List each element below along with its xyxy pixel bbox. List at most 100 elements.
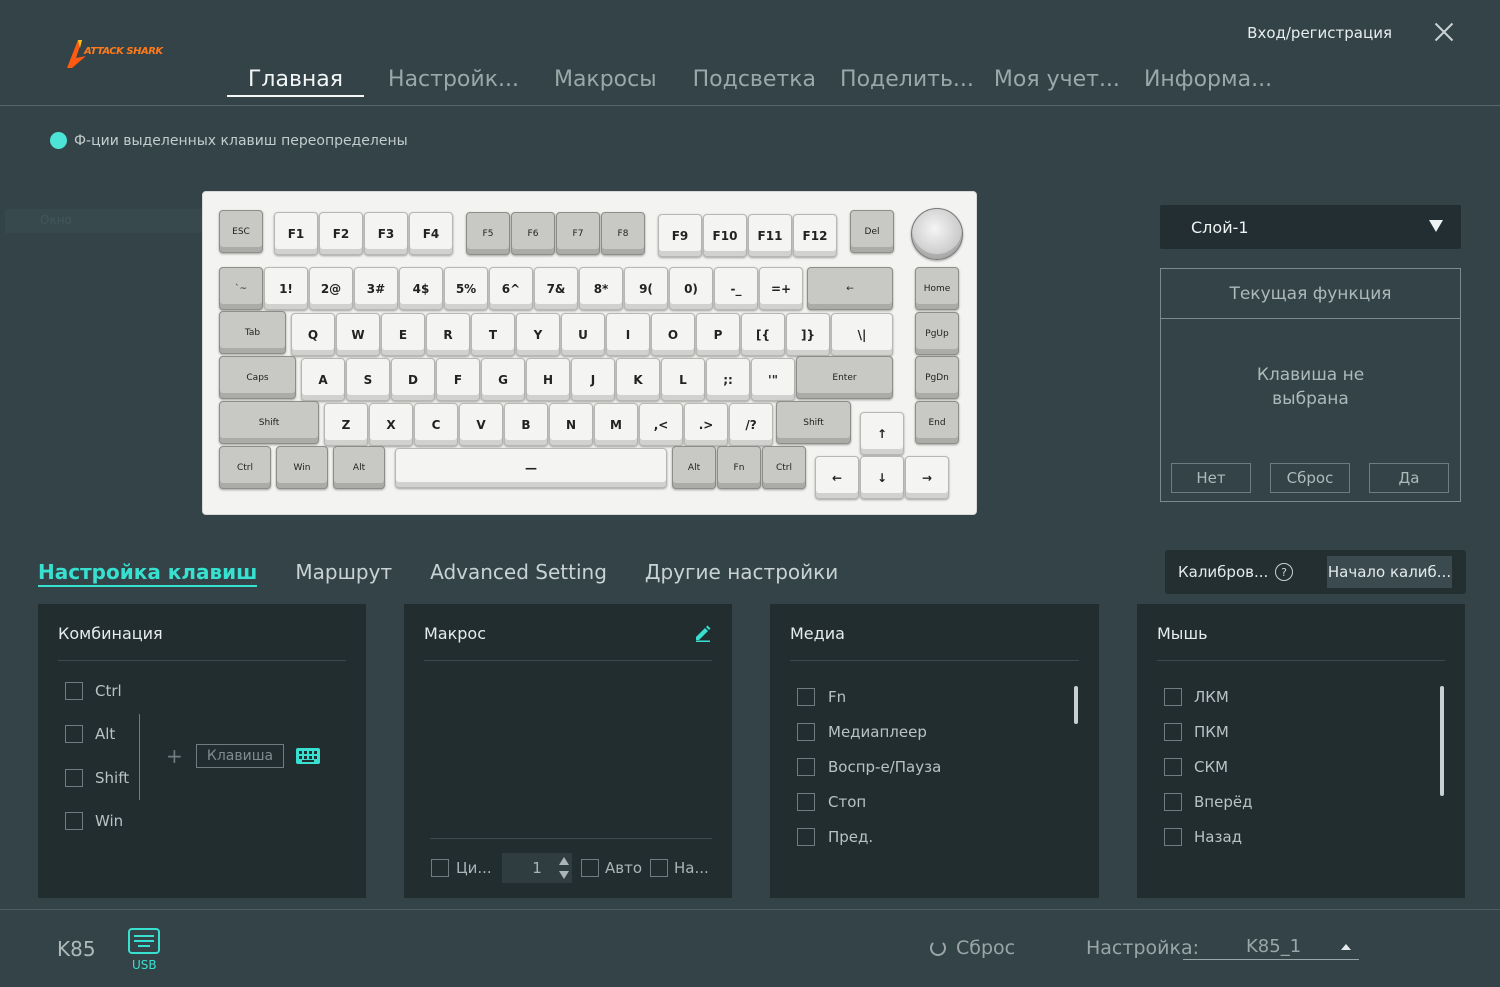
yes-button[interactable]: Да bbox=[1369, 463, 1449, 493]
key[interactable]: N bbox=[549, 403, 593, 446]
key[interactable]: L bbox=[661, 358, 705, 401]
media-player-checkbox[interactable] bbox=[797, 723, 815, 741]
key[interactable]: A bbox=[301, 358, 345, 401]
key[interactable]: 5% bbox=[444, 267, 488, 310]
nav-tab-lighting[interactable]: Подсветка bbox=[693, 62, 816, 97]
key[interactable]: O bbox=[651, 313, 695, 356]
key[interactable]: '" bbox=[751, 358, 795, 401]
mmb-checkbox[interactable] bbox=[1164, 758, 1182, 776]
key[interactable]: ↑ bbox=[860, 412, 904, 455]
key[interactable]: B bbox=[504, 403, 548, 446]
key[interactable]: Del bbox=[850, 210, 894, 253]
key[interactable]: F7 bbox=[556, 212, 600, 255]
key[interactable]: F6 bbox=[511, 212, 555, 255]
key[interactable]: =+ bbox=[759, 267, 803, 310]
key[interactable]: C bbox=[414, 403, 458, 446]
stop-checkbox[interactable] bbox=[797, 793, 815, 811]
tab-other-settings[interactable]: Другие настройки bbox=[645, 559, 838, 587]
key[interactable]: 1! bbox=[264, 267, 308, 310]
help-icon[interactable]: ? bbox=[1275, 563, 1293, 581]
key[interactable]: Shift bbox=[219, 401, 319, 444]
stepper-up-icon[interactable] bbox=[559, 857, 569, 865]
key[interactable]: ← bbox=[815, 456, 859, 499]
key[interactable]: 3# bbox=[354, 267, 398, 310]
nav-tab-macros[interactable]: Макросы bbox=[554, 62, 657, 97]
key[interactable]: X bbox=[369, 403, 413, 446]
profile-select[interactable]: K85_1 bbox=[1183, 936, 1359, 960]
key[interactable]: G bbox=[481, 358, 525, 401]
key[interactable]: R bbox=[426, 313, 470, 356]
nav-tab-account[interactable]: Моя учет... bbox=[994, 62, 1120, 97]
volume-knob[interactable] bbox=[911, 208, 963, 260]
key[interactable]: ]} bbox=[786, 313, 830, 356]
layer-select[interactable]: Слой-1 bbox=[1160, 205, 1461, 249]
key[interactable]: .> bbox=[684, 403, 728, 446]
key[interactable]: F10 bbox=[703, 214, 747, 257]
media-scrollbar[interactable] bbox=[1074, 686, 1078, 724]
key[interactable]: ESC bbox=[219, 210, 263, 253]
key[interactable]: J bbox=[571, 358, 615, 401]
key[interactable]: V bbox=[459, 403, 503, 446]
tab-key-settings[interactable]: Настройка клавиш bbox=[38, 559, 258, 587]
keyboard-icon[interactable] bbox=[296, 748, 320, 764]
login-register-link[interactable]: Вход/регистрация bbox=[1247, 24, 1392, 42]
key[interactable]: PgDn bbox=[915, 356, 959, 399]
key[interactable]: ↓ bbox=[860, 456, 904, 499]
key[interactable]: 9( bbox=[624, 267, 668, 310]
key[interactable]: → bbox=[905, 456, 949, 499]
key[interactable]: Win bbox=[276, 446, 328, 489]
mouse-scrollbar[interactable] bbox=[1440, 686, 1444, 796]
loop-checkbox[interactable] bbox=[431, 859, 449, 877]
rmb-checkbox[interactable] bbox=[1164, 723, 1182, 741]
key[interactable]: Enter bbox=[796, 356, 893, 399]
key[interactable]: F9 bbox=[658, 214, 702, 257]
key[interactable]: E bbox=[381, 313, 425, 356]
key[interactable]: 8* bbox=[579, 267, 623, 310]
key[interactable]: Caps bbox=[219, 356, 296, 399]
ctrl-checkbox[interactable] bbox=[65, 682, 83, 700]
usb-keyboard-icon[interactable] bbox=[128, 928, 160, 954]
nav-tab-home[interactable]: Главная bbox=[227, 62, 365, 97]
nav-tab-info[interactable]: Информа... bbox=[1144, 62, 1272, 97]
key[interactable]: Tab bbox=[219, 311, 286, 354]
edit-icon[interactable] bbox=[694, 624, 712, 642]
key[interactable]: S bbox=[346, 358, 390, 401]
key[interactable]: Shift bbox=[776, 401, 851, 444]
key[interactable]: Alt bbox=[333, 446, 385, 489]
key[interactable]: I bbox=[606, 313, 650, 356]
key[interactable]: F3 bbox=[364, 212, 408, 255]
key[interactable]: F1 bbox=[274, 212, 318, 255]
key[interactable]: F5 bbox=[466, 212, 510, 255]
key[interactable]: Home bbox=[915, 267, 959, 310]
key[interactable]: Z bbox=[324, 403, 368, 446]
key[interactable]: F8 bbox=[601, 212, 645, 255]
key[interactable]: 6^ bbox=[489, 267, 533, 310]
key[interactable]: End bbox=[915, 401, 959, 444]
tab-advanced-setting[interactable]: Advanced Setting bbox=[430, 559, 607, 587]
key[interactable]: 0) bbox=[669, 267, 713, 310]
reset-button[interactable]: Сброс bbox=[1270, 463, 1350, 493]
key[interactable]: D bbox=[391, 358, 435, 401]
stepper-down-icon[interactable] bbox=[559, 871, 569, 879]
no-button[interactable]: Нет bbox=[1171, 463, 1251, 493]
key-input[interactable]: Клавиша bbox=[196, 744, 284, 768]
key[interactable]: K bbox=[616, 358, 660, 401]
key[interactable]: ← bbox=[807, 267, 893, 310]
shift-checkbox[interactable] bbox=[65, 769, 83, 787]
key[interactable]: 4$ bbox=[399, 267, 443, 310]
fn-checkbox[interactable] bbox=[797, 688, 815, 706]
key[interactable]: /? bbox=[729, 403, 773, 446]
key[interactable]: M bbox=[594, 403, 638, 446]
lmb-checkbox[interactable] bbox=[1164, 688, 1182, 706]
nav-tab-settings[interactable]: Настройк... bbox=[388, 62, 519, 97]
start-calibration-button[interactable]: Начало калиб... bbox=[1327, 556, 1452, 588]
key[interactable]: F11 bbox=[748, 214, 792, 257]
na-checkbox[interactable] bbox=[650, 859, 668, 877]
key[interactable]: ;: bbox=[706, 358, 750, 401]
close-icon[interactable] bbox=[1432, 20, 1456, 44]
key[interactable]: PgUp bbox=[915, 312, 959, 355]
key[interactable]: Q bbox=[291, 313, 335, 356]
key[interactable]: — bbox=[395, 448, 667, 488]
key[interactable]: Fn bbox=[717, 446, 761, 489]
auto-checkbox[interactable] bbox=[581, 859, 599, 877]
